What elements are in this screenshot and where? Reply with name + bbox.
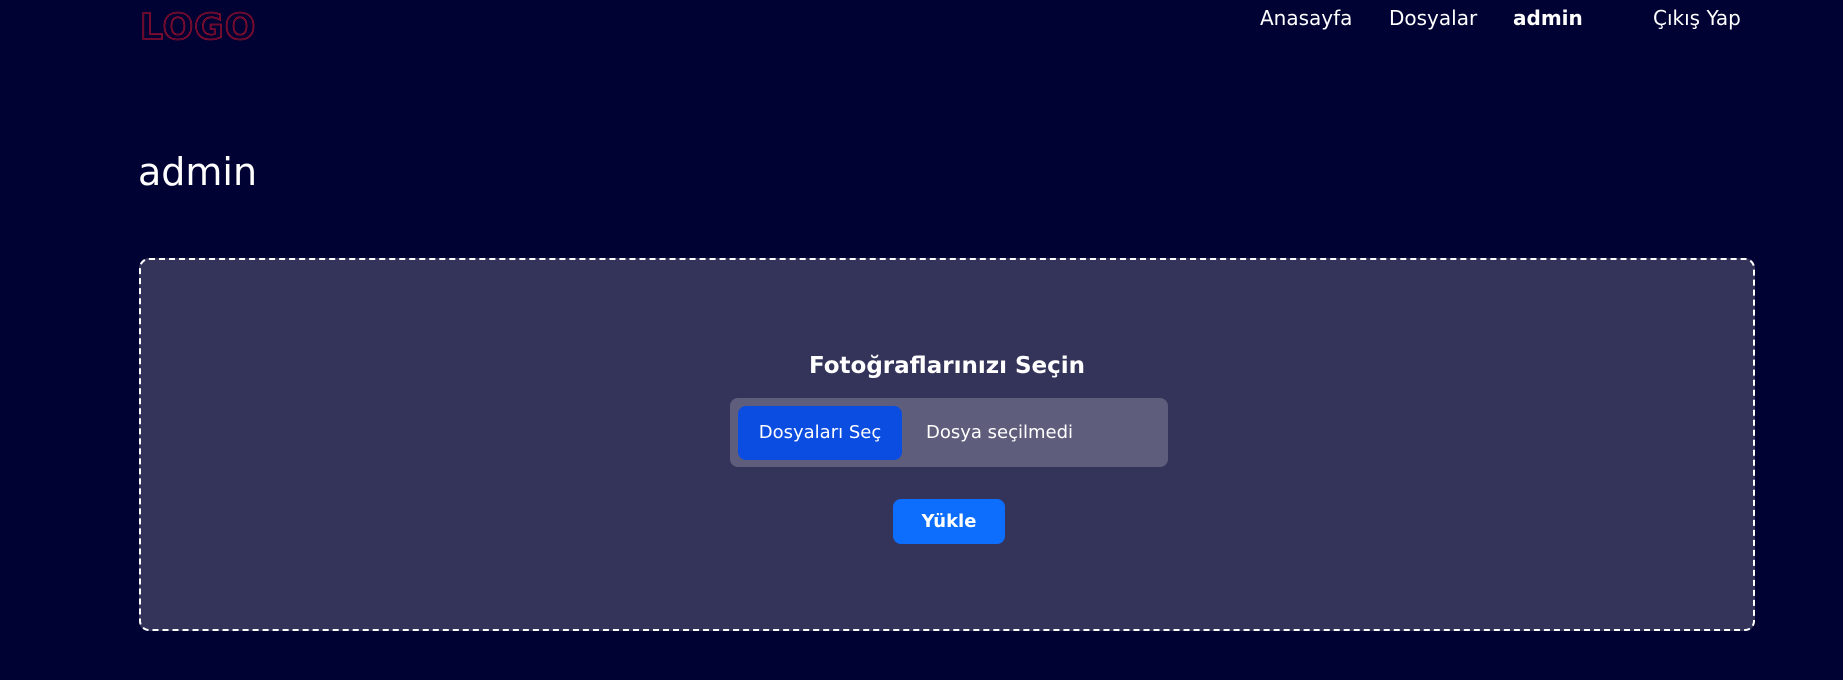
page: LOGO LOGO Anasayfa Dosyalar admin Çıkış … <box>0 0 1843 680</box>
upload-submit-button[interactable]: Yükle <box>893 499 1005 544</box>
nav-link-files[interactable]: Dosyalar <box>1389 4 1477 32</box>
upload-dropzone[interactable]: Fotoğraflarınızı Seçin Dosyaları Seç Dos… <box>139 258 1755 631</box>
choose-files-button[interactable]: Dosyaları Seç <box>738 406 902 460</box>
nav-link-logout[interactable]: Çıkış Yap <box>1653 4 1741 32</box>
file-status-text: Dosya seçilmedi <box>926 422 1074 443</box>
nav-link-home[interactable]: Anasayfa <box>1260 4 1352 32</box>
file-input[interactable]: Dosyaları Seç Dosya seçilmedi <box>730 398 1168 467</box>
upload-heading: Fotoğraflarınızı Seçin <box>808 353 1086 379</box>
nav-link-user[interactable]: admin <box>1513 4 1583 32</box>
page-title: admin <box>138 150 258 194</box>
main-nav: Anasayfa Dosyalar admin Çıkış Yap <box>0 4 1843 34</box>
